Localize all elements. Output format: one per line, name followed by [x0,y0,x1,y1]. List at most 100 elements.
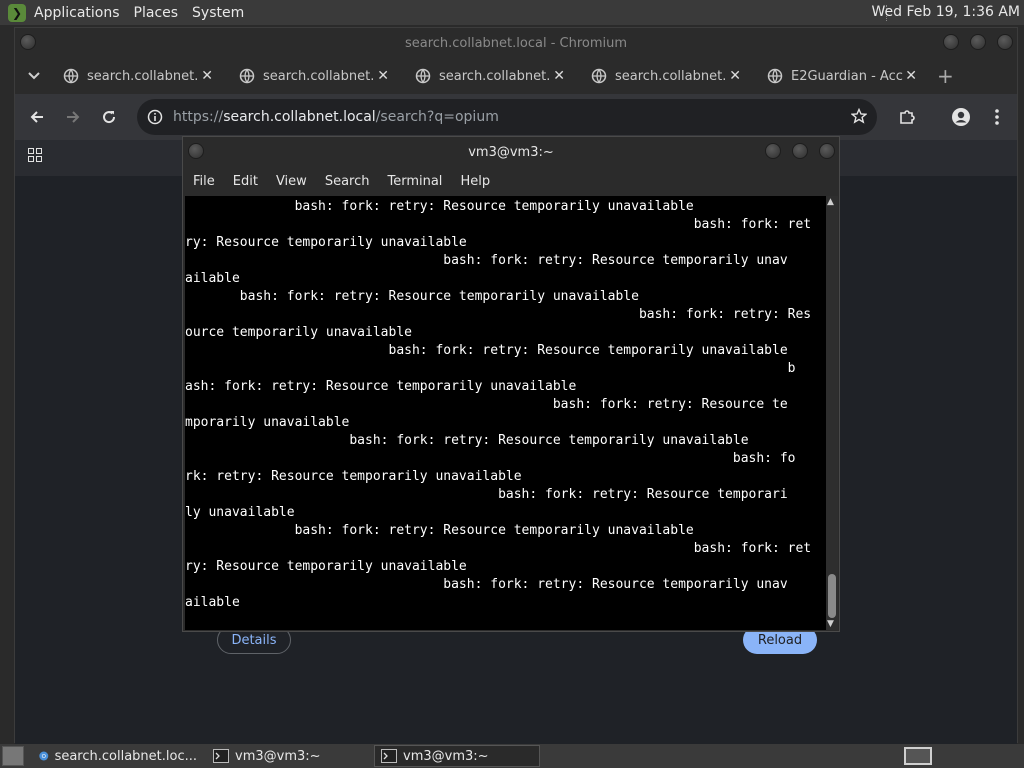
tab-1[interactable]: search.collabnet.lo ✕ [53,58,229,94]
terminal-scrollbar[interactable]: ▲ ▼ [826,196,838,630]
terminal-screen[interactable]: bash: fork: retry: Resource temporarily … [185,196,826,630]
bottom-taskbar: search.collabnet.loc... vm3@vm3:~ vm3@vm… [0,744,1024,768]
new-tab-button[interactable]: + [937,64,954,88]
terminal-line: ash: fork: retry: Resource temporarily u… [185,379,577,394]
chromium-window-title: search.collabnet.local - Chromium [404,35,628,51]
terminal-line: bash: fork: retry: Resource temporarily … [185,343,788,358]
close-window-icon[interactable] [819,143,835,159]
distro-logo-icon[interactable]: ❯ [8,3,26,22]
scroll-down-icon[interactable]: ▼ [827,619,834,629]
browser-menu-button[interactable] [979,99,1015,135]
terminal-line: bash: fork: retry: Resource temporarily … [185,577,788,592]
maximize-icon[interactable] [792,143,808,159]
terminal-line: bash: fo [185,451,796,466]
terminal-titlebar[interactable]: vm3@vm3:~ [183,137,839,167]
window-menu-icon[interactable] [188,143,204,159]
tab-label: search.collabnet.lo [87,68,199,84]
extensions-button[interactable] [889,99,925,135]
terminal-line: rk: retry: Resource temporarily unavaila… [185,469,522,484]
terminal-icon [213,749,229,763]
taskbar-item-terminal[interactable]: vm3@vm3:~ [206,745,366,767]
tab-search-button[interactable] [15,58,53,94]
taskbar-item-label: search.collabnet.loc... [54,748,197,764]
terminal-line: ry: Resource temporarily unavailable [185,559,467,574]
terminal-menubar: File Edit View Search Terminal Help [183,167,839,195]
globe-icon [767,68,783,84]
avatar-icon [952,108,970,126]
show-desktop-button[interactable] [2,746,24,766]
chevron-down-icon [28,72,40,80]
terminal-line: bash: fork: retry: Resource temporarily … [185,199,694,214]
browser-toolbar: https://search.collabnet.local/search?q=… [15,94,1017,140]
tab-label: search.collabnet.lo [263,68,375,84]
site-info-icon[interactable] [137,109,173,125]
scrollbar-thumb[interactable] [828,574,836,618]
menu-file[interactable]: File [193,174,215,189]
terminal-line: bash: fork: retry: Res [185,307,812,322]
url-host: search.collabnet.local [223,109,376,125]
terminal-line: bash: fork: retry: Resource temporarily … [185,253,788,268]
tab-label: E2Guardian - Acce [791,68,903,84]
kebab-menu-icon [995,109,999,125]
minimize-icon[interactable] [943,34,959,50]
window-menu-icon[interactable] [20,34,36,50]
chromium-icon [39,751,49,761]
close-icon[interactable]: ✕ [553,68,565,84]
url-path: /search?q=opium [375,109,499,125]
bookmark-star-icon[interactable] [850,107,868,128]
tab-2[interactable]: search.collabnet.lo ✕ [229,58,405,94]
chromium-titlebar[interactable]: search.collabnet.local - Chromium [15,28,1017,58]
terminal-line: bash: fork: retry: Resource te [185,397,788,412]
tab-label: search.collabnet.lo [439,68,551,84]
url-text[interactable]: https://search.collabnet.local/search?q=… [173,109,499,125]
terminal-line: mporarily unavailable [185,415,350,430]
maximize-icon[interactable] [970,34,986,50]
places-menu[interactable]: Places [134,5,179,21]
terminal-line: bash: fork: retry: Resource temporarily … [185,289,639,304]
tab-label: search.collabnet.lo [615,68,727,84]
tab-4[interactable]: search.collabnet.lo ✕ [581,58,757,94]
globe-icon [591,68,607,84]
close-icon[interactable]: ✕ [201,68,213,84]
terminal-line: bash: fork: retry: Resource temporarily … [185,523,694,538]
terminal-line: bash: fork: retry: Resource temporarily … [185,433,749,448]
close-icon[interactable]: ✕ [905,68,917,84]
tab-5[interactable]: E2Guardian - Acce ✕ [757,58,933,94]
close-icon[interactable]: ✕ [377,68,389,84]
terminal-line: ailable [185,595,240,610]
panel-clock[interactable]: Wed Feb 19, 1:36 AM [872,4,1020,20]
arrow-right-icon [67,111,80,123]
terminal-line: ry: Resource temporarily unavailable [185,235,467,250]
back-button[interactable] [19,99,55,135]
terminal-line: bash: fork: ret [185,541,812,556]
menu-view[interactable]: View [276,174,307,189]
system-menu[interactable]: System [192,5,244,21]
menu-edit[interactable]: Edit [233,174,258,189]
profile-button[interactable] [943,99,979,135]
globe-icon [239,68,255,84]
arrow-left-icon [30,111,43,123]
menu-terminal[interactable]: Terminal [387,174,442,189]
terminal-line: bash: fork: ret [185,217,812,232]
address-bar[interactable]: https://search.collabnet.local/search?q=… [137,99,877,135]
tab-strip: search.collabnet.lo ✕ search.collabnet.l… [15,58,1017,94]
reload-page-button[interactable] [91,99,127,135]
top-panel: ❯ Applications Places System Wed Feb 19,… [0,0,1024,25]
taskbar-item-terminal-active[interactable]: vm3@vm3:~ [374,745,540,767]
menu-search[interactable]: Search [325,174,370,189]
scroll-up-icon[interactable]: ▲ [827,197,834,207]
close-window-icon[interactable] [997,34,1013,50]
applications-menu[interactable]: Applications [34,5,120,21]
close-icon[interactable]: ✕ [729,68,741,84]
menu-help[interactable]: Help [460,174,490,189]
apps-grid-icon[interactable] [28,147,42,166]
tab-3[interactable]: search.collabnet.lo ✕ [405,58,581,94]
terminal-icon [381,749,397,763]
minimize-icon[interactable] [765,143,781,159]
workspace-switcher[interactable] [904,747,932,765]
globe-icon [63,68,79,84]
terminal-line: bash: fork: retry: Resource temporari [185,487,788,502]
forward-button[interactable] [55,99,91,135]
terminal-line: b [185,361,796,376]
taskbar-item-chromium[interactable]: search.collabnet.loc... [32,745,198,767]
